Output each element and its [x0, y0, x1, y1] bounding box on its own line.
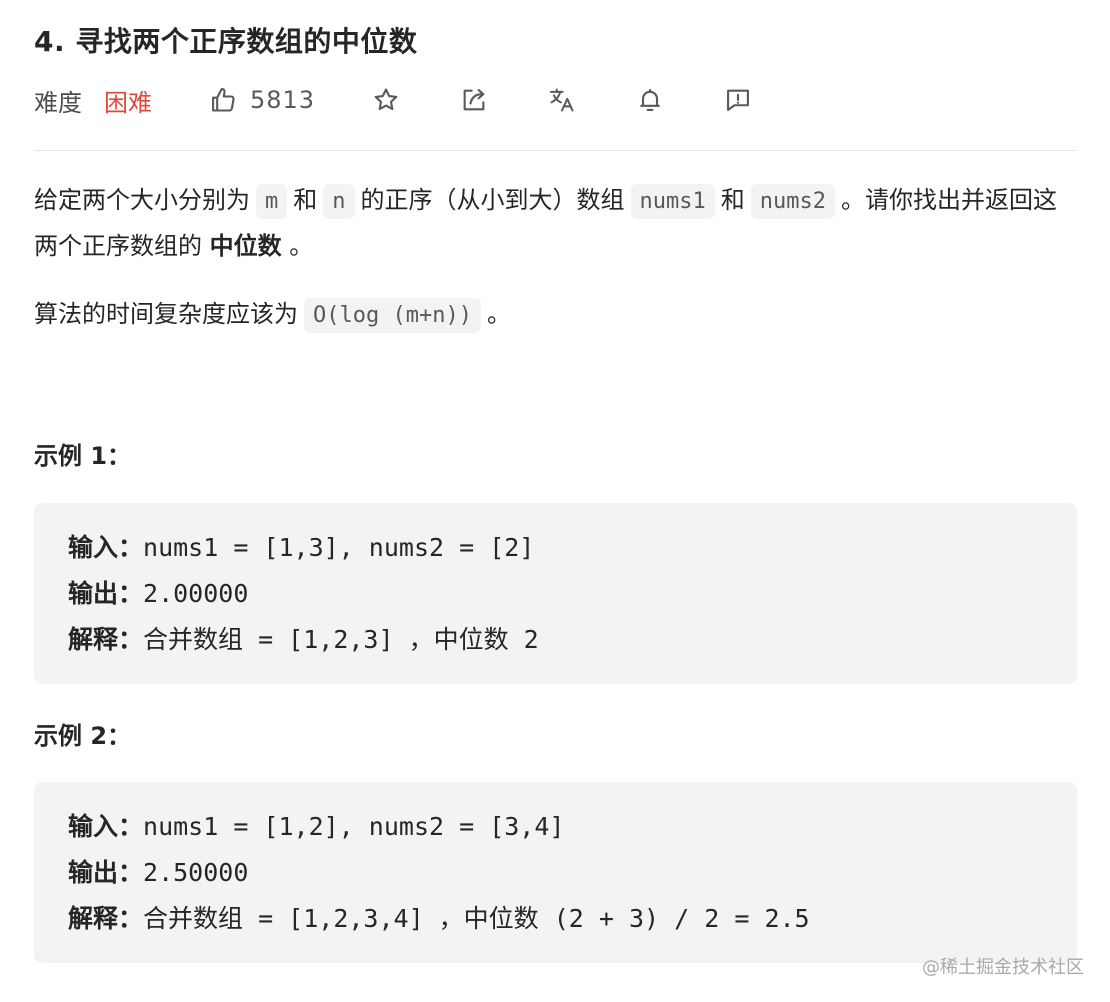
example-output-line: 输出：2.00000 [68, 571, 1043, 617]
watermark: @稀土掘金技术社区 [922, 957, 1084, 978]
inline-code-nums2: nums2 [750, 184, 835, 219]
desc-text: 给定两个大小分别为 [34, 186, 250, 214]
header-divider [34, 150, 1077, 151]
inline-code-nums1: nums1 [630, 184, 715, 219]
problem-title: 4. 寻找两个正序数组的中位数 [34, 25, 418, 58]
bell-icon[interactable] [635, 85, 665, 115]
output-label: 输出： [68, 579, 144, 608]
input-value: nums1 = [1,3], nums2 = [2] [143, 533, 535, 562]
example-2-heading: 示例 2： [34, 722, 132, 750]
input-value: nums1 = [1,2], nums2 = [3,4] [143, 812, 565, 841]
example-2-block: 输入：nums1 = [1,2], nums2 = [3,4] 输出：2.500… [34, 782, 1077, 963]
difficulty-badge: 困难 [104, 88, 152, 117]
example-output-line: 输出：2.50000 [68, 850, 1043, 896]
thumbs-up-icon [208, 85, 238, 115]
problem-description: 给定两个大小分别为 m 和 n 的正序（从小到大）数组 nums1 和 nums2 。请你找出并… [34, 178, 1077, 268]
desc-text: 。 [486, 300, 511, 328]
share-icon[interactable] [459, 85, 489, 115]
explain-label: 解释： [68, 904, 144, 933]
desc-text: 和 [720, 186, 745, 214]
explain-value: 合并数组 = [1,2,3,4] ，中位数 (2 + 3) / 2 = 2.5 [143, 904, 810, 933]
desc-text: 算法的时间复杂度应该为 [34, 300, 298, 328]
problem-page: 4. 寻找两个正序数组的中位数 难度 困难 5813 给定两个大小分别为 m 和… [0, 0, 1110, 1002]
translate-icon[interactable] [547, 85, 577, 115]
feedback-icon[interactable] [723, 85, 753, 115]
likes-count: 5813 [250, 86, 316, 114]
example-explain-line: 解释：合并数组 = [1,2,3] ，中位数 2 [68, 617, 1043, 663]
output-value: 2.00000 [143, 579, 249, 608]
inline-code-complexity: O(log (m+n)) [304, 298, 481, 333]
like-button[interactable]: 5813 [208, 85, 315, 115]
explain-label: 解释： [68, 625, 144, 654]
desc-text: 和 [293, 186, 318, 214]
example-explain-line: 解释：合并数组 = [1,2,3,4] ，中位数 (2 + 3) / 2 = 2… [68, 896, 1043, 942]
inline-code-m: m [256, 184, 288, 219]
median-emphasis: 中位数 [209, 232, 282, 260]
example-1-block: 输入：nums1 = [1,3], nums2 = [2] 输出：2.00000… [34, 503, 1077, 684]
desc-text: 的正序（从小到大）数组 [360, 186, 625, 214]
explain-value: 合并数组 = [1,2,3] ，中位数 2 [143, 625, 539, 654]
example-input-line: 输入：nums1 = [1,3], nums2 = [2] [68, 525, 1043, 571]
output-value: 2.50000 [143, 858, 249, 887]
problem-meta-bar: 难度 困难 5813 [34, 78, 753, 122]
inline-code-n: n [323, 184, 355, 219]
input-label: 输入： [68, 812, 144, 841]
input-label: 输入： [68, 533, 144, 562]
complexity-requirement: 算法的时间复杂度应该为 O(log (m+n))。 [34, 292, 1077, 338]
difficulty-label: 难度 [34, 88, 82, 117]
example-input-line: 输入：nums1 = [1,2], nums2 = [3,4] [68, 804, 1043, 850]
example-1-heading: 示例 1： [34, 442, 132, 470]
output-label: 输出： [68, 858, 144, 887]
desc-text: 。 [289, 232, 314, 260]
star-icon[interactable] [371, 85, 401, 115]
